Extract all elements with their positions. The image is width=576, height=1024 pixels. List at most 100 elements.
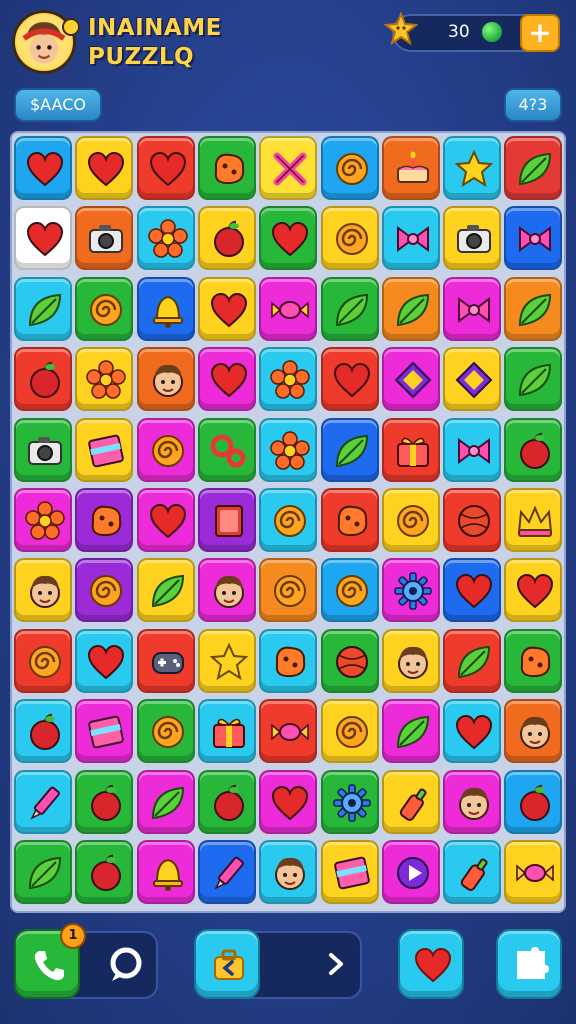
tile-heart[interactable] bbox=[14, 206, 72, 271]
tile-leaf[interactable] bbox=[136, 558, 195, 623]
tile-swirl[interactable] bbox=[75, 276, 134, 341]
tile-swirl[interactable] bbox=[14, 628, 72, 693]
tile-bow[interactable] bbox=[443, 417, 502, 482]
tile-flower[interactable] bbox=[259, 417, 318, 482]
tile-leaf[interactable] bbox=[381, 699, 440, 764]
tile-swirl[interactable] bbox=[320, 558, 379, 623]
tile-star[interactable] bbox=[197, 628, 256, 693]
tile-flag[interactable] bbox=[320, 840, 379, 904]
tile-leaf[interactable] bbox=[443, 628, 502, 693]
tile-heart[interactable] bbox=[259, 206, 318, 271]
tile-apple[interactable] bbox=[197, 769, 256, 834]
tile-blob[interactable] bbox=[259, 628, 318, 693]
tile-flag[interactable] bbox=[75, 417, 134, 482]
tile-flower[interactable] bbox=[136, 206, 195, 271]
tile-blob[interactable] bbox=[75, 488, 134, 552]
tile-swirl[interactable] bbox=[320, 136, 379, 200]
currency-chip[interactable]: $AACO bbox=[14, 88, 102, 122]
tile-apple[interactable] bbox=[14, 347, 72, 412]
tile-candy[interactable] bbox=[504, 840, 563, 904]
tile-swirl[interactable] bbox=[259, 558, 318, 623]
tile-apple[interactable] bbox=[75, 840, 134, 904]
tile-swirl[interactable] bbox=[320, 206, 379, 271]
tile-heart[interactable] bbox=[259, 769, 318, 834]
tile-face[interactable] bbox=[197, 558, 256, 623]
tile-flag[interactable] bbox=[75, 699, 134, 764]
tile-cake[interactable] bbox=[381, 136, 440, 200]
tile-bottle[interactable] bbox=[443, 840, 502, 904]
tile-swirl[interactable] bbox=[320, 699, 379, 764]
tile-bow[interactable] bbox=[381, 206, 440, 271]
tile-swirl[interactable] bbox=[259, 488, 318, 552]
tile-heart[interactable] bbox=[320, 347, 379, 412]
tile-face[interactable] bbox=[259, 840, 318, 904]
tile-heart[interactable] bbox=[197, 276, 256, 341]
tile-face[interactable] bbox=[443, 769, 502, 834]
tile-book[interactable] bbox=[197, 488, 256, 552]
tile-flower[interactable] bbox=[259, 347, 318, 412]
tile-leaf[interactable] bbox=[504, 276, 563, 341]
tile-heart[interactable] bbox=[136, 136, 195, 200]
tile-heart[interactable] bbox=[443, 699, 502, 764]
tile-diamond[interactable] bbox=[443, 347, 502, 412]
tile-blob[interactable] bbox=[320, 488, 379, 552]
tile-camera[interactable] bbox=[75, 206, 134, 271]
tile-face[interactable] bbox=[504, 699, 563, 764]
tile-gear[interactable] bbox=[320, 769, 379, 834]
tile-bow[interactable] bbox=[504, 206, 563, 271]
tile-heart[interactable] bbox=[504, 558, 563, 623]
tile-heart[interactable] bbox=[136, 488, 195, 552]
tile-diamond[interactable] bbox=[381, 347, 440, 412]
tile-heart[interactable] bbox=[75, 628, 134, 693]
chat-icon[interactable] bbox=[104, 943, 148, 987]
tile-swirl[interactable] bbox=[136, 699, 195, 764]
tile-leaf[interactable] bbox=[136, 769, 195, 834]
tile-bow[interactable] bbox=[443, 276, 502, 341]
tile-leaf[interactable] bbox=[320, 276, 379, 341]
tile-star[interactable] bbox=[443, 136, 502, 200]
tile-face[interactable] bbox=[14, 558, 72, 623]
tile-bell[interactable] bbox=[136, 276, 195, 341]
tile-apple[interactable] bbox=[14, 699, 72, 764]
tile-leaf[interactable] bbox=[504, 347, 563, 412]
tile-crown[interactable] bbox=[504, 488, 563, 552]
tile-apple[interactable] bbox=[504, 769, 563, 834]
tile-candy[interactable] bbox=[259, 276, 318, 341]
add-coins-button[interactable]: + bbox=[520, 14, 560, 52]
tile-heart[interactable] bbox=[197, 347, 256, 412]
tile-leaf[interactable] bbox=[14, 840, 72, 904]
tile-apple[interactable] bbox=[197, 206, 256, 271]
tile-candy[interactable] bbox=[259, 699, 318, 764]
tile-bell[interactable] bbox=[136, 840, 195, 904]
tile-leaf[interactable] bbox=[14, 276, 72, 341]
tile-gift[interactable] bbox=[197, 699, 256, 764]
tile-pencil[interactable] bbox=[197, 840, 256, 904]
tile-gear[interactable] bbox=[381, 558, 440, 623]
tile-pencil[interactable] bbox=[14, 769, 72, 834]
tile-heart[interactable] bbox=[75, 136, 134, 200]
tile-swirl[interactable] bbox=[75, 558, 134, 623]
tile-flower[interactable] bbox=[14, 488, 72, 552]
tile-camera[interactable] bbox=[14, 417, 72, 482]
back-button[interactable] bbox=[194, 929, 260, 999]
tile-knot[interactable] bbox=[197, 417, 256, 482]
tile-camera[interactable] bbox=[443, 206, 502, 271]
tile-leaf[interactable] bbox=[320, 417, 379, 482]
favorite-button[interactable] bbox=[398, 929, 464, 999]
tile-bottle[interactable] bbox=[381, 769, 440, 834]
tile-game[interactable] bbox=[136, 628, 195, 693]
tile-blob[interactable] bbox=[504, 628, 563, 693]
tile-heart[interactable] bbox=[14, 136, 72, 200]
tile-leaf[interactable] bbox=[504, 136, 563, 200]
tile-gift[interactable] bbox=[381, 417, 440, 482]
tile-blob[interactable] bbox=[197, 136, 256, 200]
tile-apple[interactable] bbox=[75, 769, 134, 834]
tile-swirl[interactable] bbox=[381, 488, 440, 552]
tile-ball[interactable] bbox=[443, 488, 502, 552]
tile-leaf[interactable] bbox=[381, 276, 440, 341]
chevron-right-icon[interactable] bbox=[322, 950, 350, 978]
level-chip[interactable]: 4?3 bbox=[504, 88, 562, 122]
tile-heart[interactable] bbox=[443, 558, 502, 623]
tile-x[interactable] bbox=[259, 136, 318, 200]
tile-apple[interactable] bbox=[504, 417, 563, 482]
